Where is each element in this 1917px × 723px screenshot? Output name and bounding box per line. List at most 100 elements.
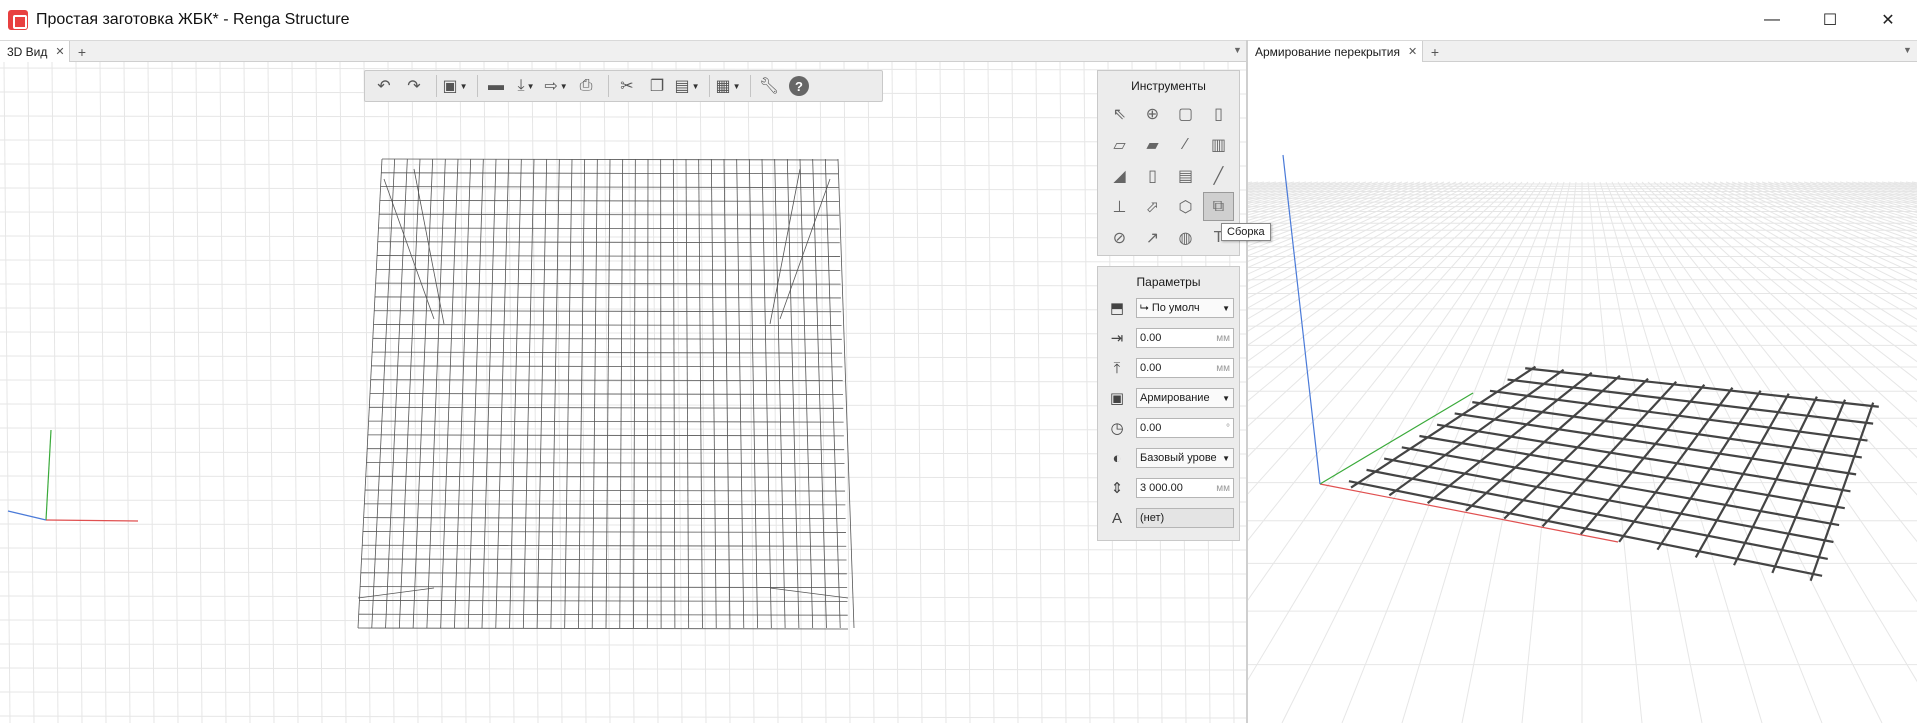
grid-line (1857, 181, 1917, 196)
view-mode-button[interactable]: ▣ ▼ (442, 73, 468, 99)
tab-3d-view[interactable]: 3D Вид ✕ (0, 41, 70, 62)
cross-section-tool-button[interactable]: ⊕ (1137, 99, 1168, 128)
grid-line (1248, 181, 1547, 681)
rebar-bar (1809, 402, 1875, 582)
line-tool-button[interactable]: ╱ (1203, 161, 1234, 190)
rebar-line (381, 158, 839, 161)
grid-line (0, 427, 1246, 431)
settings-button[interactable]: 🔧︎ (756, 73, 782, 99)
minimize-button[interactable]: — (1743, 0, 1801, 40)
select-tool-button[interactable]: ⇖ (1104, 99, 1135, 128)
cut-button[interactable]: ✂ (614, 73, 640, 99)
rebar-line (373, 324, 842, 326)
panel-tool-button[interactable]: ▤ (1170, 161, 1201, 190)
left-3d-viewport[interactable] (0, 62, 1246, 723)
axis-x-line (45, 519, 139, 522)
rebar-line (812, 158, 827, 629)
column-tool-button[interactable]: ▯ (1203, 99, 1234, 128)
rebar-tool-button[interactable]: ⁄ (1170, 130, 1201, 159)
parameter-input[interactable]: 0.00 ° (1136, 418, 1234, 438)
add-tab-button[interactable]: + (1424, 41, 1446, 62)
grid-line (1248, 181, 1541, 601)
parameter-input[interactable]: 0.00 мм (1136, 358, 1234, 378)
element-tool-button[interactable]: ⬡ (1170, 192, 1201, 221)
parameter-row: ⤒ 0.00 мм (1098, 353, 1239, 383)
plate-tool-button[interactable]: ▢ (1170, 99, 1201, 128)
rebar-line (646, 158, 649, 629)
maximize-button[interactable]: ☐ (1801, 0, 1859, 40)
undo-button[interactable]: ↶ (371, 73, 397, 99)
parameter-unit: мм (1216, 332, 1230, 344)
rebar-line (372, 351, 843, 354)
grid-line (0, 595, 1246, 599)
grid-line (0, 283, 1246, 287)
foundation-icon: ▰ (1146, 136, 1159, 154)
grid-line (0, 235, 1246, 239)
main-toolbar: ↶ ↷ ▣ ▼ ▬ ⤓ ▼ ⇨ ▼ ⎙ ✂ ❐ ▤ ▼ ▦ ▼ 🔧︎ ? (364, 70, 883, 102)
wall-tool-button[interactable]: ▯ (1137, 161, 1168, 190)
opening-tool-button[interactable]: ⊘ (1104, 223, 1135, 252)
tab-slab-reinforcement[interactable]: Армирование перекрытия ✕ (1248, 41, 1423, 62)
parameter-select[interactable]: Базовый урове ▼ (1136, 448, 1234, 468)
parameter-input[interactable]: 0.00 мм (1136, 328, 1234, 348)
parameter-input[interactable]: 3 000.00 мм (1136, 478, 1234, 498)
redo-button[interactable]: ↷ (401, 73, 427, 99)
parameters-panel: Параметры ⬒ ⮡ По умолч ▼ ⇥ 0.00 мм ⤒ 0.00 мм ▣ Арм… (1097, 266, 1240, 541)
right-3d-viewport[interactable] (1248, 62, 1917, 723)
add-tab-button[interactable]: + (71, 41, 93, 62)
slab-tool-button[interactable]: ▱ (1104, 130, 1135, 159)
open-button[interactable]: ▬ (483, 73, 509, 99)
rebar-line (369, 406, 844, 409)
grid-line (0, 355, 1246, 359)
grid-line (1248, 181, 1445, 268)
rebar-line (360, 586, 848, 589)
mesh-tool-button[interactable]: ▥ (1203, 130, 1234, 159)
paste-button[interactable]: ▤ ▼ (674, 73, 700, 99)
help-button[interactable]: ? (786, 73, 812, 99)
rebar-line (368, 420, 844, 423)
parameter-row: A (нет) (1098, 503, 1239, 533)
route-tool-button[interactable]: ↗ (1137, 223, 1168, 252)
tools-panel: Инструменты ⇖ ⊕ ▢ ▯ ▱ ▰ ⁄ ▥ ◢ ▯ ▤ ╱ ⊥ ⬀ … (1097, 70, 1240, 256)
copy-button[interactable]: ❐ (644, 73, 670, 99)
dropdown-arrow-icon: ▼ (559, 81, 568, 91)
hatch-tool-button[interactable]: ◍ (1170, 223, 1201, 252)
line-icon: ╱ (1213, 167, 1224, 185)
printer-icon: ⎙ (579, 77, 593, 94)
foundation-tool-button[interactable]: ▰ (1137, 130, 1168, 159)
close-tab-icon[interactable]: ✕ (55, 45, 64, 58)
parameter-value: Базовый урове (1140, 452, 1217, 464)
grid-line (1248, 181, 1265, 186)
dropdown-arrow-icon: ▼ (1222, 453, 1230, 463)
element-icon: ⬡ (1178, 198, 1193, 216)
beam-tool-button[interactable]: ⊥ (1104, 192, 1135, 221)
tab-list-menu-icon[interactable]: ▼ (1903, 45, 1912, 55)
rebar-line (564, 158, 573, 629)
grid-line (1617, 181, 1917, 683)
close-tab-icon[interactable]: ✕ (1408, 45, 1417, 58)
rod-tool-button[interactable]: ⬀ (1137, 192, 1168, 221)
close-window-button[interactable]: ✕ (1859, 0, 1917, 40)
grid-line (1248, 181, 1379, 221)
roof-tool-button[interactable]: ◢ (1104, 161, 1135, 190)
parameter-value: 0.00 (1140, 332, 1162, 344)
window-title: Простая заготовка ЖБК* - Renga Structure (36, 11, 350, 28)
parameter-select[interactable]: Армирование ▼ (1136, 388, 1234, 408)
tab-list-menu-icon[interactable]: ▼ (1233, 45, 1242, 55)
grid-line (1863, 181, 1917, 194)
import-button[interactable]: ⤓ ▼ (513, 73, 539, 99)
assembly-tool-button[interactable]: ⧉ (1203, 192, 1234, 221)
perspective-ground-grid (1248, 181, 1917, 723)
visibility-button[interactable]: ▦ ▼ (715, 73, 741, 99)
grid-line (0, 115, 1246, 119)
grid-line (387, 62, 395, 723)
rebar-mesh (1348, 365, 1879, 582)
opening-icon: ⊘ (1112, 229, 1127, 247)
dropdown-arrow-icon: ▼ (459, 81, 468, 91)
export-button[interactable]: ⇨ ▼ (543, 73, 569, 99)
grid-line (891, 62, 899, 723)
parameter-readonly-field: (нет) (1136, 508, 1234, 528)
grid-line (1248, 181, 1391, 227)
print-button[interactable]: ⎙ (573, 73, 599, 99)
parameter-select[interactable]: ⮡ По умолч ▼ (1136, 298, 1234, 318)
